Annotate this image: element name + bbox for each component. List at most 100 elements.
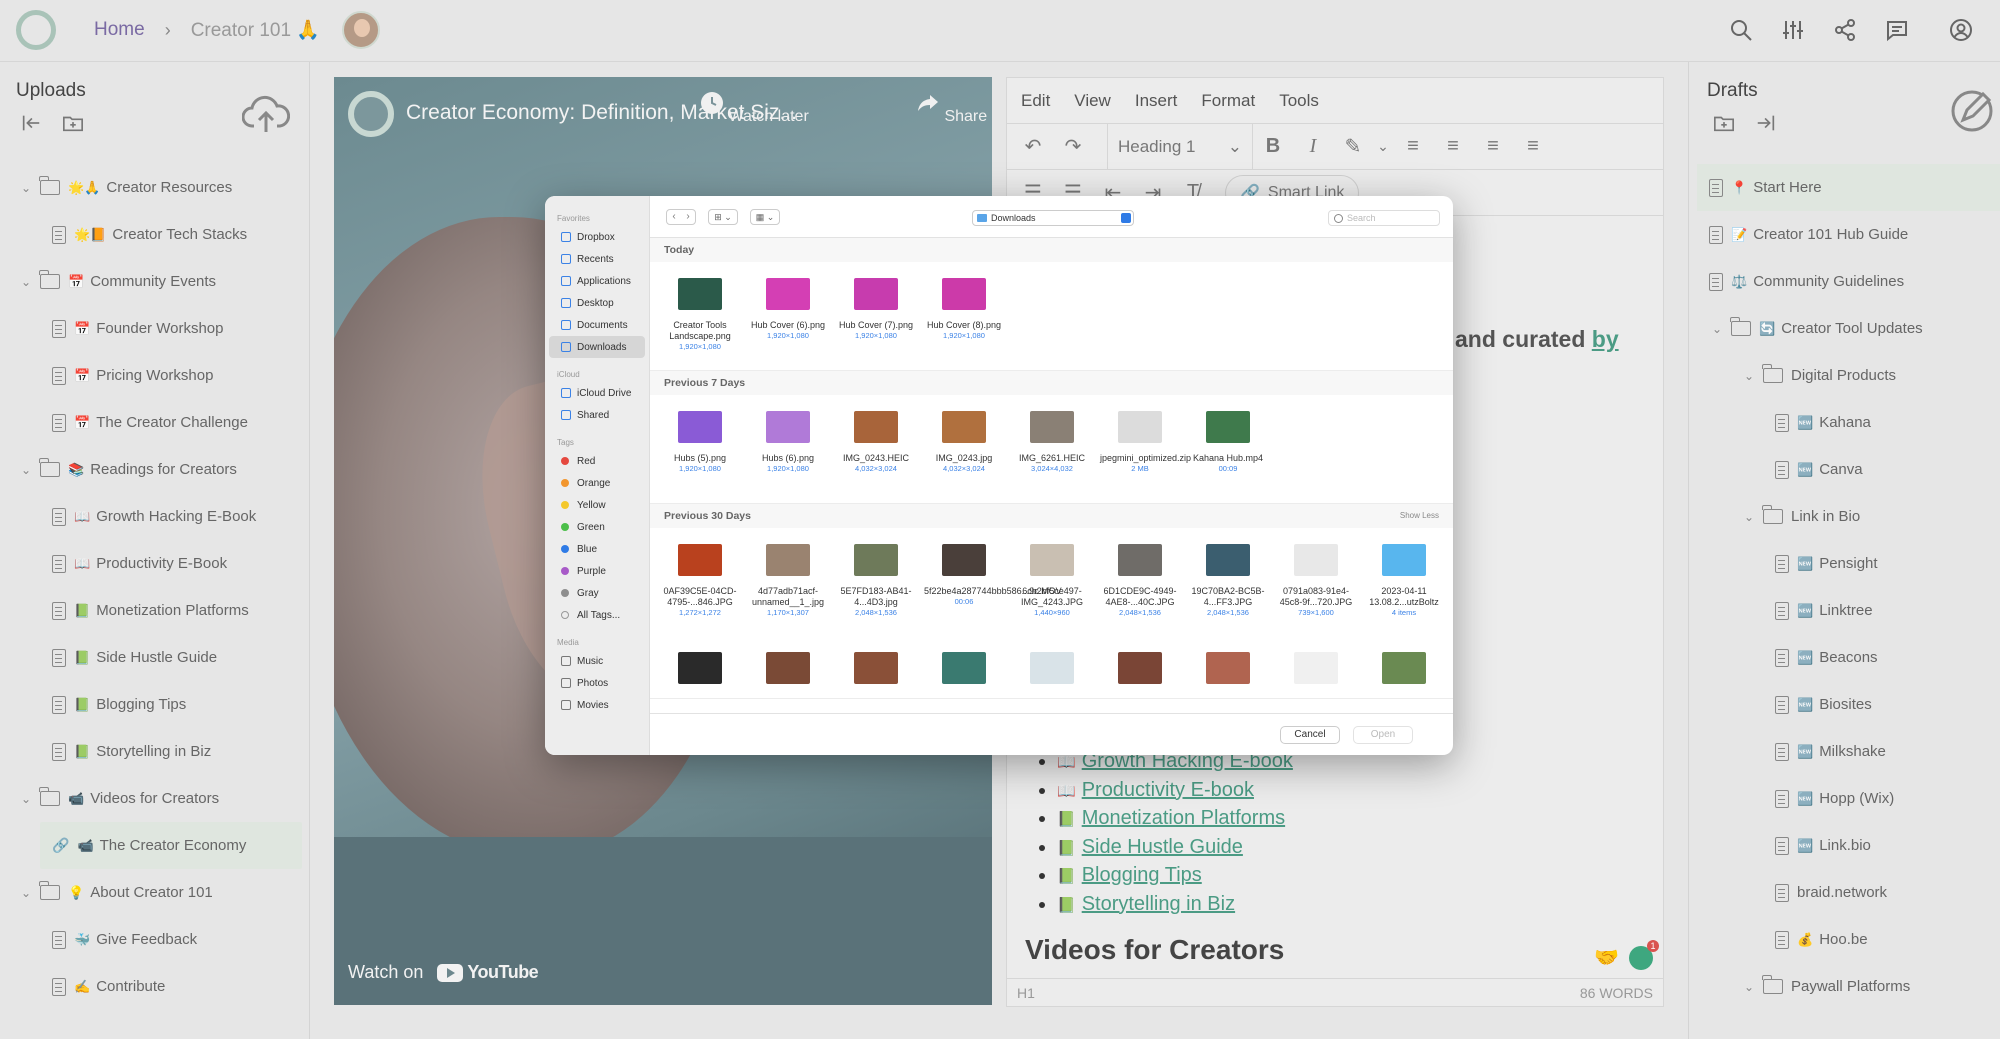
sidebar-item-community-events[interactable]: ⌄ 📅 Community Events (0, 258, 310, 305)
file-item[interactable]: 19C70BA2-BC5B-4...FF3.JPG 2,048×1,536 (1184, 528, 1272, 636)
dialog-sidebar-downloads[interactable]: Downloads (549, 336, 645, 358)
draft-item-linktree[interactable]: 🆕 Linktree (1689, 587, 2000, 634)
sidebar-item-videos-for-creators[interactable]: ⌄ 📹 Videos for Creators (0, 775, 310, 822)
back-icon[interactable]: ‹ (672, 211, 675, 222)
sidebar-item-storytelling-in-biz[interactable]: 📗 Storytelling in Biz (0, 728, 310, 775)
channel-logo[interactable] (348, 91, 394, 137)
new-folder-icon[interactable] (62, 112, 84, 134)
dialog-sidebar-purple[interactable]: Purple (549, 560, 645, 582)
collapse-left-icon[interactable] (20, 112, 42, 134)
chevron-down-icon[interactable]: ⌄ (1741, 510, 1757, 524)
cancel-button[interactable]: Cancel (1280, 726, 1340, 744)
file-item[interactable] (656, 636, 744, 698)
chevron-down-icon[interactable]: ⌄ (18, 886, 34, 900)
menu-edit[interactable]: Edit (1021, 91, 1050, 111)
file-item[interactable]: IMG_0243.HEIC 4,032×3,024 (832, 395, 920, 503)
new-folder-icon[interactable] (1713, 112, 1735, 134)
bold-icon[interactable]: B (1253, 124, 1293, 170)
dialog-sidebar-movies[interactable]: Movies (549, 694, 645, 716)
watch-later-button[interactable]: Watch later (700, 91, 809, 126)
file-item[interactable]: Hubs (6).png 1,920×1,080 (744, 395, 832, 503)
sidebar-item-monetization-platforms[interactable]: 📗 Monetization Platforms (0, 587, 310, 634)
draft-item-hoo-be[interactable]: 💰 Hoo.be (1689, 916, 2000, 963)
file-item[interactable]: Hub Cover (8).png 1,920×1,080 (920, 262, 1008, 370)
draft-item-digital-products[interactable]: ⌄ Digital Products (1689, 352, 2000, 399)
file-item[interactable] (744, 636, 832, 698)
icon-view-button[interactable]: ⊞ ⌄ (708, 208, 738, 225)
file-item[interactable]: 5f22be4a287744bbb586...9c.MOV 00:06 (920, 528, 1062, 636)
file-item[interactable]: 0791a083-91e4-45c8-9f...720.JPG 739×1,600 (1272, 528, 1360, 636)
redo-icon[interactable]: ↷ (1053, 124, 1093, 170)
file-item[interactable] (920, 636, 1008, 698)
file-item[interactable]: 5E7FD183-AB41-4...4D3.jpg 2,048×1,536 (832, 528, 920, 636)
comment-icon[interactable] (1880, 13, 1914, 47)
group-view-button[interactable]: ▦ ⌄ (750, 208, 780, 225)
file-item[interactable]: 4d77adb71acf-unnamed__1_.jpg 1,170×1,307 (744, 528, 832, 636)
file-item[interactable]: Creator Tools Landscape.png 1,920×1,080 (656, 262, 744, 370)
grammarly-icon[interactable]: 1 (1629, 940, 1659, 970)
sidebar-item-blogging-tips[interactable]: 📗 Blogging Tips (0, 681, 310, 728)
sidebar-item-productivity-e-book[interactable]: 📖 Productivity E-Book (0, 540, 310, 587)
search-icon[interactable] (1724, 13, 1758, 47)
app-logo[interactable] (16, 10, 56, 50)
location-select[interactable]: Downloads (972, 210, 1134, 226)
watch-on-youtube[interactable]: Watch on YouTube (348, 962, 539, 983)
menu-insert[interactable]: Insert (1135, 91, 1178, 111)
resource-link[interactable]: Monetization Platforms (1082, 807, 1285, 829)
dialog-sidebar-recents[interactable]: Recents (549, 248, 645, 270)
dialog-sidebar-desktop[interactable]: Desktop (549, 292, 645, 314)
draft-item-link-bio[interactable]: 🆕 Link.bio (1689, 822, 2000, 869)
file-item[interactable]: 2023-04-11 13.08.2...utzBoltz 4 items (1360, 528, 1448, 636)
draft-item-biosites[interactable]: 🆕 Biosites (1689, 681, 2000, 728)
dialog-sidebar-green[interactable]: Green (549, 516, 645, 538)
file-item[interactable] (832, 636, 920, 698)
file-item[interactable]: IMG_0243.jpg 4,032×3,024 (920, 395, 1008, 503)
sidebar-item-the-creator-economy[interactable]: 🔗 📹 The Creator Economy (40, 822, 302, 869)
file-item[interactable]: jpegmini_optimized.zip 2 MB (1096, 395, 1191, 503)
sliders-icon[interactable] (1776, 13, 1810, 47)
upload-cloud-icon[interactable] (242, 94, 290, 134)
align-justify-icon[interactable]: ≡ (1513, 124, 1553, 170)
draft-item-hopp-wix[interactable]: 🆕 Hopp (Wix) (1689, 775, 2000, 822)
show-less-link[interactable]: Show Less (1400, 511, 1439, 520)
file-item[interactable]: IMG_6261.HEIC 3,024×4,032 (1008, 395, 1096, 503)
file-item[interactable] (1184, 636, 1272, 698)
undo-icon[interactable]: ↶ (1013, 124, 1053, 170)
file-item[interactable]: Hub Cover (6).png 1,920×1,080 (744, 262, 832, 370)
draft-item-kahana[interactable]: 🆕 Kahana (1689, 399, 2000, 446)
draft-item-link-in-bio[interactable]: ⌄ Link in Bio (1689, 493, 2000, 540)
dialog-sidebar-red[interactable]: Red (549, 450, 645, 472)
align-center-icon[interactable]: ≡ (1433, 124, 1473, 170)
file-item[interactable]: 6cb2bf5ce497-IMG_4243.JPG 1,440×960 (1008, 528, 1096, 636)
avatar[interactable] (341, 11, 380, 49)
chevron-down-icon[interactable]: ⌄ (1373, 124, 1393, 170)
back-forward-buttons[interactable]: ‹ › (666, 208, 696, 225)
draft-item-paywall-platforms[interactable]: ⌄ Paywall Platforms (1689, 963, 2000, 1010)
draft-item-creator-tool-updates[interactable]: ⌄ 🔄 Creator Tool Updates (1689, 305, 2000, 352)
draft-item-milkshake[interactable]: 🆕 Milkshake (1689, 728, 2000, 775)
dialog-sidebar-yellow[interactable]: Yellow (549, 494, 645, 516)
resource-link[interactable]: Storytelling in Biz (1082, 893, 1235, 915)
file-item[interactable] (1008, 636, 1096, 698)
sidebar-item-founder-workshop[interactable]: 📅 Founder Workshop (0, 305, 310, 352)
draft-item-pensight[interactable]: 🆕 Pensight (1689, 540, 2000, 587)
dialog-sidebar-all-tags[interactable]: All Tags... (549, 604, 645, 626)
resource-link[interactable]: Side Hustle Guide (1082, 836, 1243, 858)
file-item[interactable] (1096, 636, 1184, 698)
open-button[interactable]: Open (1353, 726, 1413, 744)
chevron-down-icon[interactable]: ⌄ (18, 275, 34, 289)
file-item[interactable]: Hubs (5).png 1,920×1,080 (656, 395, 744, 503)
dialog-sidebar-icloud-drive[interactable]: iCloud Drive (549, 382, 645, 404)
dialog-sidebar-documents[interactable]: Documents (549, 314, 645, 336)
dialog-sidebar-shared[interactable]: Shared (549, 404, 645, 426)
sidebar-item-creator-resources[interactable]: ⌄ 🌟🙏 Creator Resources (0, 164, 310, 211)
draft-item-braid-network[interactable]: braid.network (1689, 869, 2000, 916)
forward-icon[interactable]: › (686, 211, 689, 222)
dialog-sidebar-photos[interactable]: Photos (549, 672, 645, 694)
highlight-icon[interactable]: ✎ (1333, 124, 1373, 170)
menu-format[interactable]: Format (1201, 91, 1255, 111)
chevron-down-icon[interactable]: ⌄ (18, 463, 34, 477)
sidebar-item-about-creator-101[interactable]: ⌄ 💡 About Creator 101 (0, 869, 310, 916)
file-item[interactable]: 6D1CDE9C-4949-4AE8-...40C.JPG 2,048×1,536 (1096, 528, 1184, 636)
sidebar-item-pricing-workshop[interactable]: 📅 Pricing Workshop (0, 352, 310, 399)
